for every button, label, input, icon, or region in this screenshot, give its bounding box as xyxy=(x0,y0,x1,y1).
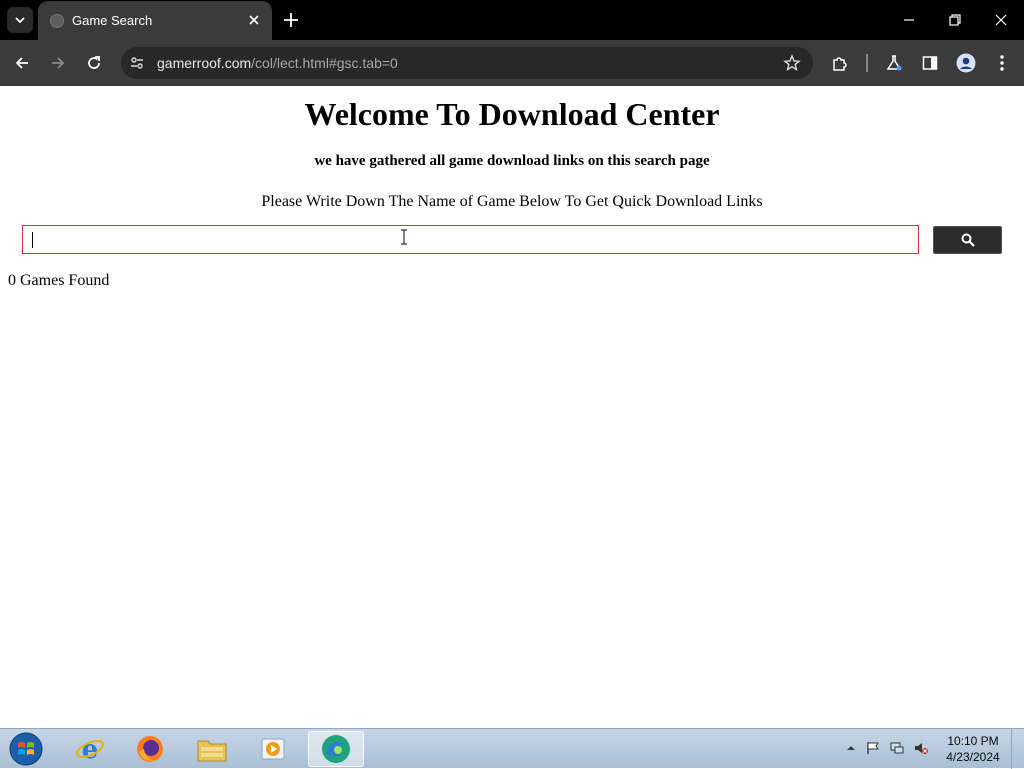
active-tab[interactable]: Game Search xyxy=(38,1,272,40)
bookmark-star-icon[interactable] xyxy=(783,54,801,72)
search-instructions: Please Write Down The Name of Game Below… xyxy=(261,193,763,210)
start-button[interactable] xyxy=(6,731,46,767)
labs-button[interactable] xyxy=(884,53,904,73)
search-button[interactable] xyxy=(933,226,1002,254)
profile-button[interactable] xyxy=(956,53,976,73)
kebab-menu-icon xyxy=(1000,55,1004,71)
globe-icon xyxy=(50,14,64,28)
taskbar: e 10:10 PM 4/23/2024 xyxy=(0,728,1024,769)
back-button[interactable] xyxy=(10,51,34,75)
game-search-input[interactable] xyxy=(22,225,919,254)
clock-date: 4/23/2024 xyxy=(946,750,1000,764)
restore-icon xyxy=(949,14,961,26)
taskbar-firefox[interactable] xyxy=(122,731,178,767)
tab-bar: Game Search xyxy=(0,0,1024,40)
results-count: 0 Games Found xyxy=(8,272,110,289)
minimize-button[interactable] xyxy=(886,0,932,40)
restore-button[interactable] xyxy=(932,0,978,40)
extensions-button[interactable] xyxy=(830,53,850,73)
page-title: Welcome To Download Center xyxy=(304,96,720,132)
arrow-left-icon xyxy=(15,57,28,69)
avatar-icon xyxy=(956,53,976,73)
file-explorer-icon xyxy=(197,740,227,762)
start-orb-icon xyxy=(9,732,43,766)
taskbar-media-player[interactable] xyxy=(245,731,301,767)
tab-search-button[interactable] xyxy=(7,7,33,33)
taskbar-edge[interactable] xyxy=(308,731,364,767)
url-path: /col/lect.html#gsc.tab=0 xyxy=(251,55,398,71)
ibeam-cursor-icon xyxy=(401,229,407,245)
browser-toolbar: gamerroof.com/col/lect.html#gsc.tab=0 xyxy=(0,40,1024,86)
media-player-icon xyxy=(261,738,285,760)
svg-text:e: e xyxy=(82,735,99,764)
show-desktop-button[interactable] xyxy=(1011,729,1024,769)
volume-muted-icon[interactable] xyxy=(914,741,928,755)
system-clock[interactable]: 10:10 PM 4/23/2024 xyxy=(938,733,1008,765)
close-tab-icon[interactable] xyxy=(246,12,262,28)
search-icon xyxy=(961,233,975,247)
side-panel-icon xyxy=(922,56,938,70)
firefox-icon xyxy=(137,736,163,762)
close-window-button[interactable] xyxy=(978,0,1024,40)
site-info-icon[interactable] xyxy=(129,55,145,71)
page-subtitle: we have gathered all game download links… xyxy=(314,153,710,169)
puzzle-icon xyxy=(833,57,847,71)
toolbar-separator xyxy=(866,54,868,72)
network-icon[interactable] xyxy=(890,741,904,755)
side-panel-button[interactable] xyxy=(920,53,940,73)
taskbar-internet-explorer[interactable]: e xyxy=(62,731,118,767)
arrow-right-icon xyxy=(52,57,65,69)
url-domain: gamerroof.com xyxy=(157,55,252,71)
clock-time: 10:10 PM xyxy=(947,734,999,748)
text-caret xyxy=(32,232,33,248)
reload-button[interactable] xyxy=(82,51,106,75)
page-content: Welcome To Download Center we have gathe… xyxy=(0,86,1024,728)
action-center-flag-icon[interactable] xyxy=(866,741,880,755)
flask-icon xyxy=(886,55,902,71)
address-bar[interactable]: gamerroof.com/col/lect.html#gsc.tab=0 xyxy=(121,47,813,79)
internet-explorer-icon: e xyxy=(76,735,104,764)
url-text: gamerroof.com/col/lect.html#gsc.tab=0 xyxy=(157,55,398,71)
minimize-icon xyxy=(904,19,914,21)
taskbar-file-explorer[interactable] xyxy=(184,731,240,767)
chevron-down-icon xyxy=(15,17,25,24)
new-tab-icon[interactable] xyxy=(281,10,301,30)
menu-button[interactable] xyxy=(992,53,1012,73)
show-hidden-icons-icon[interactable] xyxy=(844,741,858,755)
reload-icon xyxy=(88,56,100,69)
forward-button[interactable] xyxy=(46,51,70,75)
close-icon xyxy=(995,14,1007,26)
edge-icon xyxy=(322,735,350,763)
tab-title: Game Search xyxy=(72,13,153,28)
